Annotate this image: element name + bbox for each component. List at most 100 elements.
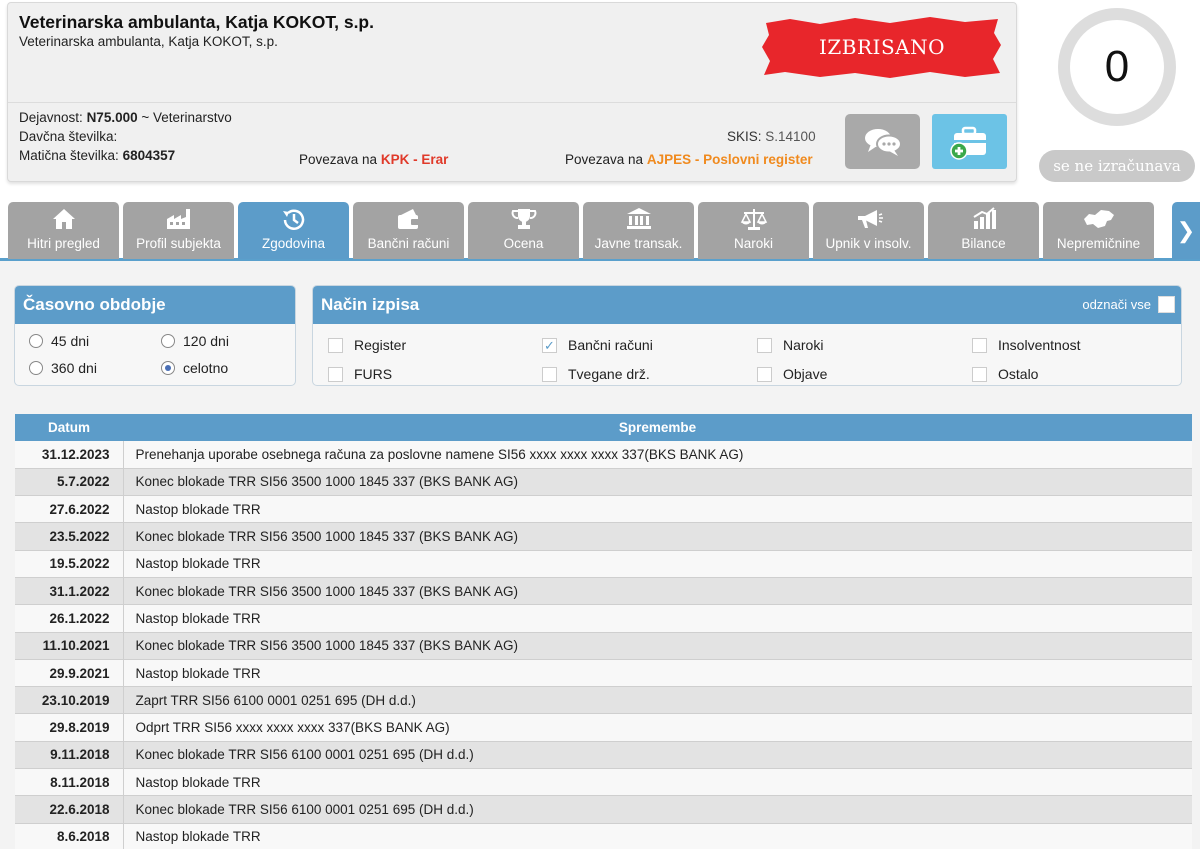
- tab-ocena[interactable]: Ocena: [468, 202, 579, 259]
- row-change: Prenehanja uporabe osebnega računa za po…: [123, 441, 1192, 469]
- time-period-panel: Časovno obdobje 45 dni 120 dni 360 dni c…: [14, 285, 296, 386]
- score-value: 0: [1070, 20, 1164, 114]
- table-row: 5.7.2022 Konec blokade TRR SI56 3500 1000…: [15, 468, 1192, 497]
- table-row: 29.9.2021 Nastop blokade TRR: [15, 659, 1192, 688]
- deselect-all-toggle[interactable]: odznači vse: [1082, 296, 1175, 313]
- table-row: 31.12.2023 Prenehanja uporabe osebnega ra…: [15, 441, 1192, 469]
- radio-circle[interactable]: [29, 361, 43, 375]
- tab-bilance[interactable]: Bilance: [928, 202, 1039, 259]
- home-icon: [52, 209, 75, 229]
- activity-description: ~ Veterinarstvo: [141, 110, 232, 125]
- row-date: 23.5.2022: [15, 522, 124, 551]
- row-change: Nastop blokade TRR: [123, 604, 1192, 633]
- ajpes-link-line: Povezava na AJPES - Poslovni register: [565, 152, 813, 167]
- scales-icon: [740, 209, 767, 230]
- filter-publications[interactable]: Objave: [757, 366, 827, 382]
- institution-icon: [626, 208, 651, 229]
- history-icon: [282, 209, 304, 230]
- radio-360-days[interactable]: 360 dni: [29, 360, 97, 376]
- tab-profil-subjekta[interactable]: Profil subjekta: [123, 202, 234, 259]
- checkbox[interactable]: [328, 337, 343, 353]
- slovenia-map-icon: [1083, 210, 1114, 228]
- filter-risky-countries[interactable]: Tvegane drž.: [542, 366, 650, 382]
- checkbox-checked[interactable]: ✓: [542, 337, 557, 353]
- registration-number: 6804357: [122, 148, 176, 163]
- score-gauge: 0: [1058, 8, 1176, 126]
- company-name: Veterinarska ambulanta, Katja KOKOT, s.p…: [19, 12, 374, 32]
- row-change: Odprt TRR SI56 xxxx xxxx xxxx 337(BKS BA…: [123, 713, 1192, 742]
- deselect-all-checkbox[interactable]: [1158, 296, 1175, 313]
- score-status-badge: se ne izračunava: [1039, 150, 1195, 182]
- table-row: 31.1.2022 Konec blokade TRR SI56 3500 100…: [15, 577, 1192, 606]
- radio-120-days[interactable]: 120 dni: [161, 333, 229, 349]
- row-change: Konec blokade TRR SI56 6100 0001 0251 69…: [123, 741, 1192, 770]
- filter-register[interactable]: Register: [328, 337, 406, 353]
- row-change: Konec blokade TRR SI56 3500 1000 1845 33…: [123, 632, 1192, 660]
- row-change: Konec blokade TRR SI56 3500 1000 1845 33…: [123, 468, 1192, 497]
- filter-insolvency[interactable]: Insolventnost: [972, 337, 1081, 353]
- table-row: 8.6.2018 Nastop blokade TRR: [15, 823, 1192, 849]
- row-date: 31.12.2023: [15, 441, 124, 469]
- deleted-stamp: IZBRISANO: [760, 15, 1004, 79]
- tab-hitri-pregled[interactable]: Hitri pregled: [8, 202, 119, 259]
- add-to-portfolio-button[interactable]: [932, 114, 1007, 169]
- filter-hearings[interactable]: Naroki: [757, 337, 823, 353]
- tab-zgodovina[interactable]: Zgodovina: [238, 202, 349, 259]
- table-row: 11.10.2021 Konec blokade TRR SI56 3500 10…: [15, 632, 1192, 660]
- stamp-label: IZBRISANO: [819, 35, 945, 59]
- company-header: Veterinarska ambulanta, Katja KOKOT, s.p…: [7, 2, 1017, 182]
- radio-circle[interactable]: [161, 334, 175, 348]
- row-date: 8.6.2018: [15, 823, 124, 849]
- filter-other[interactable]: Ostalo: [972, 366, 1038, 382]
- tabs-next-button[interactable]: ❯: [1172, 202, 1200, 259]
- row-date: 31.1.2022: [15, 577, 124, 606]
- kpk-erar-link[interactable]: KPK - Erar: [381, 152, 449, 167]
- tab-javne-transakcije[interactable]: Javne transak.: [583, 202, 694, 259]
- row-date: 5.7.2022: [15, 468, 124, 497]
- table-row: 22.6.2018 Konec blokade TRR SI56 6100 000…: [15, 795, 1192, 824]
- checkbox[interactable]: [757, 366, 772, 382]
- row-date: 27.6.2022: [15, 495, 124, 524]
- column-header-date[interactable]: Datum: [15, 414, 123, 441]
- table-row: 26.1.2022 Nastop blokade TRR: [15, 604, 1192, 633]
- checkbox[interactable]: [972, 366, 987, 382]
- company-subtitle: Veterinarska ambulanta, Katja KOKOT, s.p…: [19, 34, 278, 49]
- checkbox[interactable]: [542, 366, 557, 382]
- radio-circle[interactable]: [29, 334, 43, 348]
- checkbox[interactable]: [328, 366, 343, 382]
- briefcase-add-icon: [949, 126, 986, 160]
- wallet-icon: [397, 209, 419, 229]
- tab-upnik-v-insolvenci[interactable]: Upnik v insolv.: [813, 202, 924, 259]
- filter-furs[interactable]: FURS: [328, 366, 392, 382]
- row-change: Konec blokade TRR SI56 6100 0001 0251 69…: [123, 795, 1192, 824]
- header-top-section: Veterinarska ambulanta, Katja KOKOT, s.p…: [8, 3, 1016, 103]
- checkbox[interactable]: [757, 337, 772, 353]
- output-mode-header: Način izpisa odznači vse: [313, 286, 1181, 324]
- megaphone-icon: [857, 210, 883, 228]
- skis-value: S.14100: [765, 129, 816, 144]
- table-row: 9.11.2018 Konec blokade TRR SI56 6100 000…: [15, 741, 1192, 770]
- row-date: 22.6.2018: [15, 795, 124, 824]
- trophy-icon: [511, 209, 536, 229]
- checkbox[interactable]: [972, 337, 987, 353]
- radio-45-days[interactable]: 45 dni: [29, 333, 89, 349]
- factory-icon: [166, 209, 190, 229]
- row-change: Nastop blokade TRR: [123, 495, 1192, 524]
- kpk-link-line: Povezava na KPK - Erar: [299, 152, 449, 167]
- tab-bancni-racuni[interactable]: Bančni računi: [353, 202, 464, 259]
- tab-naroki[interactable]: Naroki: [698, 202, 809, 259]
- column-header-changes[interactable]: Spremembe: [123, 414, 1192, 441]
- table-row: 19.5.2022 Nastop blokade TRR: [15, 550, 1192, 578]
- row-date: 29.8.2019: [15, 713, 124, 742]
- skis-line: SKIS: S.14100: [727, 129, 816, 144]
- radio-all-time[interactable]: celotno: [161, 360, 228, 376]
- ajpes-register-link[interactable]: AJPES - Poslovni register: [647, 152, 813, 167]
- activity-code: N75.000: [86, 110, 138, 125]
- table-row: 23.10.2019 Zaprt TRR SI56 6100 0001 0251 …: [15, 686, 1192, 715]
- radio-circle-selected[interactable]: [161, 361, 175, 375]
- row-date: 9.11.2018: [15, 741, 124, 770]
- comments-button[interactable]: [845, 114, 920, 169]
- filter-bank-accounts[interactable]: ✓ Bančni računi: [542, 337, 653, 353]
- tab-nepremicnine[interactable]: Nepremičnine: [1043, 202, 1154, 259]
- row-change: Konec blokade TRR SI56 3500 1000 1845 33…: [123, 577, 1192, 606]
